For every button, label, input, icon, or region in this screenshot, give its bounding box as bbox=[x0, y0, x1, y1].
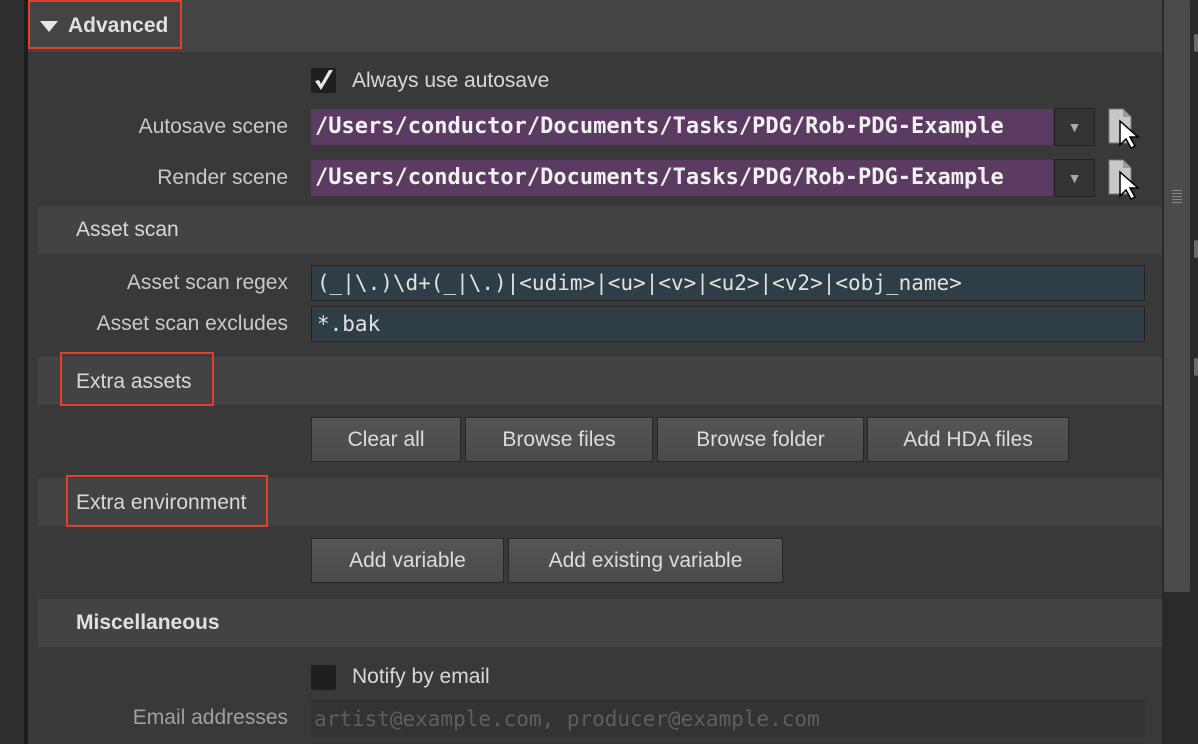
edge-marker bbox=[1194, 240, 1198, 258]
left-dock-strip bbox=[0, 0, 24, 744]
email-addresses-label: Email addresses bbox=[132, 706, 288, 729]
checkmark-icon bbox=[315, 70, 333, 90]
asset-scan-header: Asset scan bbox=[38, 206, 1162, 254]
miscellaneous-title: Miscellaneous bbox=[76, 611, 220, 634]
edge-marker bbox=[1194, 358, 1198, 376]
notify-by-email-checkbox[interactable] bbox=[311, 665, 336, 690]
file-chooser-icon[interactable] bbox=[1106, 158, 1142, 200]
add-hda-files-button[interactable]: Add HDA files bbox=[867, 417, 1069, 462]
browse-folder-button[interactable]: Browse folder bbox=[657, 417, 864, 462]
asset-scan-regex-input[interactable]: (_|\.)\d+(_|\.)|<udim>|<u>|<v>|<u2>|<v2>… bbox=[311, 265, 1145, 301]
advanced-label: Advanced bbox=[68, 14, 169, 37]
email-addresses-input[interactable]: artist@example.com, producer@example.com bbox=[311, 700, 1145, 737]
browse-files-button[interactable]: Browse files bbox=[465, 417, 653, 462]
extra-environment-title: Extra environment bbox=[76, 491, 247, 514]
clear-all-button[interactable]: Clear all bbox=[311, 417, 461, 462]
render-scene-field[interactable]: /Users/conductor/Documents/Tasks/PDG/Rob… bbox=[311, 160, 1053, 196]
autosave-scene-field[interactable]: /Users/conductor/Documents/Tasks/PDG/Rob… bbox=[311, 109, 1053, 145]
asset-scan-excludes-label: Asset scan excludes bbox=[96, 312, 288, 335]
notify-by-email-label: Notify by email bbox=[352, 665, 490, 688]
add-variable-button[interactable]: Add variable bbox=[311, 538, 504, 583]
extra-assets-highlight: Extra assets bbox=[60, 352, 214, 406]
always-autosave-checkbox[interactable] bbox=[311, 68, 336, 93]
scrollbar-thumb[interactable] bbox=[1164, 0, 1190, 592]
scrollbar-grip-icon bbox=[1172, 190, 1182, 204]
render-scene-dropdown[interactable]: ▼ bbox=[1054, 159, 1095, 197]
render-scene-label: Render scene bbox=[157, 166, 288, 189]
always-autosave-label: Always use autosave bbox=[352, 69, 550, 92]
autosave-scene-label: Autosave scene bbox=[138, 115, 288, 138]
asset-scan-title: Asset scan bbox=[76, 218, 179, 241]
asset-scan-excludes-input[interactable]: *.bak bbox=[311, 306, 1145, 342]
extra-assets-title: Extra assets bbox=[76, 370, 192, 393]
file-chooser-icon[interactable] bbox=[1106, 107, 1142, 149]
add-existing-variable-button[interactable]: Add existing variable bbox=[508, 538, 783, 583]
asset-scan-regex-label: Asset scan regex bbox=[126, 271, 288, 294]
advanced-folder-header bbox=[28, 0, 1162, 52]
autosave-scene-dropdown[interactable]: ▼ bbox=[1054, 108, 1095, 146]
triangle-down-icon bbox=[40, 21, 58, 32]
advanced-folder-toggle[interactable]: Advanced bbox=[28, 0, 182, 49]
extra-environment-highlight: Extra environment bbox=[66, 475, 268, 527]
miscellaneous-header: Miscellaneous bbox=[38, 599, 1162, 647]
edge-marker bbox=[1194, 34, 1198, 52]
